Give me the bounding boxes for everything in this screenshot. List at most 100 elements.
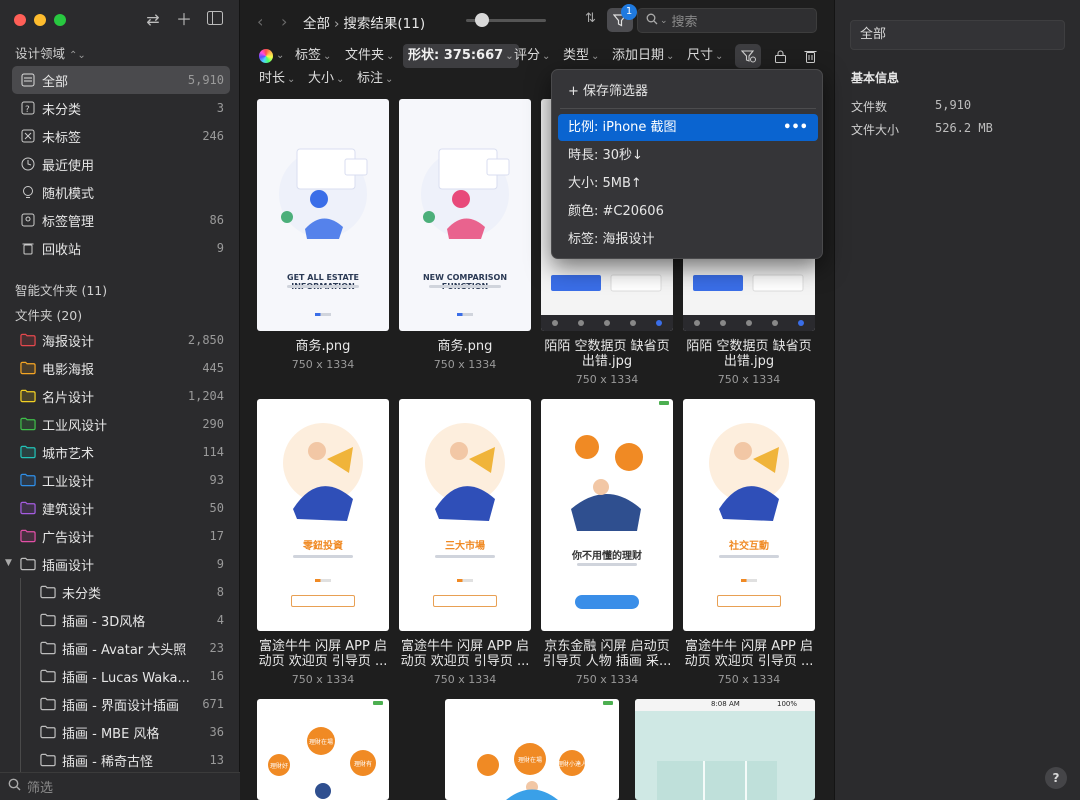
close-window-button[interactable]	[14, 14, 26, 26]
filter-menu-item[interactable]: 标签: 海报设计	[558, 226, 818, 253]
asset-card[interactable]: 零鈕投資 富途牛牛 闪屏 APP 启动页 欢迎页 引导页 ... 750 x 133…	[257, 399, 389, 689]
asset-card[interactable]: GET ALL ESTATE INFORMATION 商务.png 750 x 13…	[257, 99, 389, 389]
folder-icon	[40, 584, 56, 600]
filter-chip[interactable]: 时长 ⌄	[259, 67, 295, 91]
save-filter-menu-item[interactable]: + 保存筛选器	[568, 80, 648, 99]
asset-thumbnail[interactable]: 8:08 AM 100%	[635, 699, 815, 800]
asset-card[interactable]: 三大市場 富途牛牛 闪屏 APP 启动页 欢迎页 引导页 ... 750 x 133…	[399, 399, 531, 689]
filter-chip[interactable]: 文件夹 ⌄	[345, 44, 394, 68]
subfolder-item[interactable]: 插画 - 稀奇古怪 13	[32, 746, 230, 774]
folder-label: 工业设计	[42, 474, 95, 490]
asset-card[interactable]: 理財在場 理財小達人	[445, 699, 619, 800]
sidebar-item-uncategorized[interactable]: ? 未分类 3	[12, 94, 230, 122]
filter-chip[interactable]: 形状: 375:667 ⌄	[403, 44, 519, 68]
chevron-down-icon: ⌄	[591, 51, 600, 62]
folder-item[interactable]: 工业设计 93	[12, 466, 230, 494]
subfolder-item[interactable]: 插画 - Lucas Waka... 16	[32, 662, 230, 690]
folder-icon	[20, 472, 36, 488]
zoom-slider-knob[interactable]	[475, 13, 489, 27]
subfolder-item[interactable]: 插画 - MBE 风格 36	[32, 718, 230, 746]
subfolder-count: 8	[216, 585, 224, 599]
sidebar-item-trash[interactable]: 回收站 9	[12, 234, 230, 262]
library-switcher[interactable]: 设计领域 ⌃⌄	[15, 43, 86, 62]
asset-card[interactable]: 理財在場 理財有 理財好	[257, 699, 389, 800]
asset-card[interactable]: 社交互動 富途牛牛 闪屏 APP 启动页 欢迎页 引导页 ... 750 x 133…	[683, 399, 815, 689]
help-button[interactable]: ?	[1045, 767, 1067, 789]
filter-chip[interactable]: 标签 ⌄	[295, 44, 331, 68]
asset-thumbnail[interactable]: 你不用懂的理财	[541, 399, 673, 631]
page-dots	[315, 579, 331, 582]
subfolder-item[interactable]: 插画 - 界面设计插画 671	[32, 690, 230, 718]
asset-card[interactable]: NEW COMPARISON FUNCTION 商务.png 750 x 1334	[399, 99, 531, 389]
minimize-window-button[interactable]	[34, 14, 46, 26]
folder-item[interactable]: 工业风设计 290	[12, 410, 230, 438]
page-dots	[457, 579, 473, 582]
chevron-down-icon: ⌄	[542, 51, 551, 62]
subfolder-item[interactable]: 未分类 8	[32, 578, 230, 606]
delete-filter-button[interactable]	[797, 44, 823, 68]
filter-chip[interactable]: 评分 ⌄	[514, 44, 550, 68]
folders-header[interactable]: 文件夹 (20)	[15, 305, 82, 324]
zoom-window-button[interactable]	[54, 14, 66, 26]
folder-label: 电影海报	[42, 362, 95, 378]
filter-chip[interactable]: 标注 ⌄	[357, 67, 393, 91]
color-filter-icon[interactable]	[259, 49, 273, 63]
folder-label: 海报设计	[42, 334, 95, 350]
asset-thumbnail[interactable]: 理財在場 理財小達人	[445, 699, 619, 800]
filter-chip[interactable]: 尺寸 ⌄	[687, 44, 723, 68]
smart-folders-header[interactable]: 智能文件夹 (11)	[15, 280, 107, 299]
page-dots	[457, 313, 473, 316]
sidebar-item-all[interactable]: 全部 5,910	[12, 66, 230, 94]
asset-thumbnail[interactable]: GET ALL ESTATE INFORMATION	[257, 99, 389, 331]
sidebar-item-recent[interactable]: 最近使用	[12, 150, 230, 178]
folder-item[interactable]: 广告设计 17	[12, 522, 230, 550]
filter-chip[interactable]: 类型 ⌄	[563, 44, 599, 68]
filter-menu-item[interactable]: 颜色: #C20606	[558, 198, 818, 225]
filter-menu-item-label: 時長: 30秒↓	[568, 148, 643, 163]
subfolder-item[interactable]: 插画 - Avatar 大头照 23	[32, 634, 230, 662]
asset-thumbnail[interactable]: 理財在場 理財有 理財好	[257, 699, 389, 800]
disclosure-triangle-icon[interactable]: ▼	[5, 558, 12, 568]
lock-button[interactable]	[767, 44, 793, 68]
asset-card[interactable]: 你不用懂的理财 京东金融 闪屏 启动页 引导页 人物 插画 采... 750 x 1…	[541, 399, 673, 689]
back-icon[interactable]: ‹	[257, 12, 263, 31]
folder-item[interactable]: 名片设计 1,204	[12, 382, 230, 410]
asset-thumbnail[interactable]: 零鈕投資	[257, 399, 389, 631]
asset-thumbnail[interactable]: 三大市場	[399, 399, 531, 631]
folder-count: 93	[209, 473, 224, 487]
sidebar-item-untagged[interactable]: 未标签 246	[12, 122, 230, 150]
filter-menu-item[interactable]: 比例: iPhone 截图 •••	[558, 114, 818, 141]
asset-thumbnail[interactable]: NEW COMPARISON FUNCTION	[399, 99, 531, 331]
sort-icon[interactable]: ⇅	[585, 11, 596, 26]
sidebar-item-tag-manager[interactable]: 标签管理 86	[12, 206, 230, 234]
filter-menu-item[interactable]: 大小: 5MB↑	[558, 170, 818, 197]
folder-icon	[20, 556, 36, 572]
folder-item[interactable]: 城市艺术 114	[12, 438, 230, 466]
filter-clear-button[interactable]	[735, 44, 761, 68]
swap-icon[interactable]: ⇄	[143, 10, 163, 30]
search-icon	[646, 13, 658, 28]
subfolder-item[interactable]: 插画 - 3D风格 4	[32, 606, 230, 634]
folder-item[interactable]: 海报设计 2,850	[12, 326, 230, 354]
filter-menu-item-label: 大小: 5MB↑	[568, 176, 642, 191]
folder-item[interactable]: 建筑设计 50	[12, 494, 230, 522]
subfolder-label: 插画 - 3D风格	[62, 614, 146, 630]
filter-chip[interactable]: 添加日期 ⌄	[612, 44, 674, 68]
search-input[interactable]: ⌄ 搜索	[637, 8, 817, 33]
asset-thumbnail[interactable]: 社交互動	[683, 399, 815, 631]
subfolder-count: 16	[209, 669, 224, 683]
add-icon[interactable]: ＋	[174, 10, 194, 30]
breadcrumb-root[interactable]: 全部	[303, 16, 330, 32]
trash-icon	[20, 240, 36, 256]
forward-icon[interactable]: ›	[281, 12, 287, 31]
name-field[interactable]: 全部	[850, 20, 1065, 50]
folder-item[interactable]: ▼ 插画设计 9	[5, 550, 230, 578]
more-options-icon[interactable]: •••	[783, 114, 808, 141]
sidebar-filter-field[interactable]: 筛选	[0, 772, 240, 800]
sidebar-item-random[interactable]: 随机模式	[12, 178, 230, 206]
filter-chip[interactable]: 大小 ⌄	[308, 67, 344, 91]
asset-card[interactable]: 8:08 AM 100%	[635, 699, 815, 800]
sidebar-toggle-icon[interactable]	[205, 10, 225, 30]
folder-item[interactable]: 电影海报 445	[12, 354, 230, 382]
filter-menu-item[interactable]: 時長: 30秒↓	[558, 142, 818, 169]
